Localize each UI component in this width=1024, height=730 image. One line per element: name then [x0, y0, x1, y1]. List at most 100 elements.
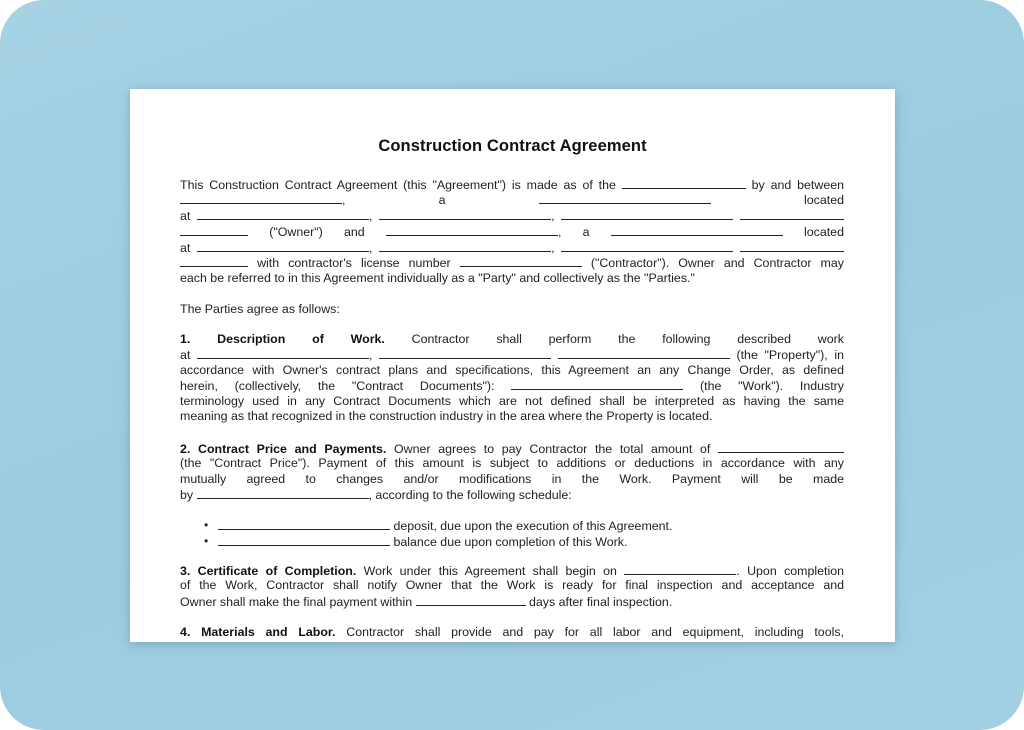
intro-text: and: [344, 225, 365, 239]
comma: ,: [557, 225, 562, 239]
contractor-address-blank[interactable]: [197, 240, 370, 252]
intro-text: at: [180, 241, 191, 255]
intro-text: located: [804, 193, 844, 207]
contractor-city-blank[interactable]: [379, 240, 552, 252]
contractor-zip-cont-blank[interactable]: [180, 255, 248, 267]
balance-amount-blank[interactable]: [218, 534, 390, 546]
word: at: [180, 348, 191, 362]
section-heading: 4. Materials and Labor.: [180, 625, 336, 639]
word: , according to the following schedule:: [368, 488, 572, 502]
word: Owner agrees to pay Contractor the total…: [394, 442, 711, 456]
intro-text: This Construction Contract Agreement (th…: [180, 178, 616, 192]
section-1-line-6: meaning as that recognized in the constr…: [180, 409, 713, 423]
section-2-line-2: (the "Contract Price"). Payment of this …: [180, 456, 844, 470]
section-2-line-1: 2. Contract Price and Payments. Owner ag…: [180, 441, 844, 457]
comma: ,: [551, 241, 555, 255]
intro-line-1: This Construction Contract Agreement (th…: [180, 177, 844, 193]
section-2-line-3: mutually agreed to changes and/or modifi…: [180, 472, 844, 486]
intro-line-2: , a located: [180, 192, 844, 208]
section-3-line-2: of the Work, Contractor shall notify Own…: [180, 578, 844, 592]
intro-text: by and between: [751, 178, 844, 192]
start-date-blank[interactable]: [624, 563, 737, 575]
word: (the "Property"), in: [736, 348, 844, 362]
section-4-line-1: 4. Materials and Labor. Contractor shall…: [180, 625, 844, 641]
comma: ,: [369, 348, 373, 362]
word: by: [180, 488, 194, 502]
intro-line-4: ("Owner") and , a located: [180, 224, 844, 240]
word: work: [817, 332, 844, 346]
license-number-blank[interactable]: [459, 255, 582, 267]
intro-text: ("Owner"): [269, 225, 323, 239]
word: described: [737, 332, 791, 346]
contractor-state-blank[interactable]: [561, 240, 734, 252]
owner-name-blank[interactable]: [180, 192, 342, 204]
word: herein, (collectively, the "Contract Doc…: [180, 379, 495, 393]
intro-text: a: [582, 225, 590, 239]
property-address-blank[interactable]: [197, 347, 370, 359]
contract-price-blank[interactable]: [718, 441, 844, 453]
section-1-line-5: terminology used in any Contract Documen…: [180, 394, 844, 408]
payment-item-deposit: deposit, due upon the execution of this …: [218, 518, 818, 534]
document-page: Construction Contract Agreement This Con…: [130, 89, 895, 642]
section-1-line-3: accordance with Owner's contract plans a…: [180, 363, 844, 377]
section-heading: 3. Certificate of Completion.: [180, 564, 357, 578]
word: (the "Work"). Industry: [700, 379, 844, 393]
intro-line-7: each be referred to in this Agreement in…: [180, 271, 695, 285]
section-heading: of: [312, 332, 324, 346]
comma: ,: [369, 241, 373, 255]
section-2-line-4: by , according to the following schedule…: [180, 487, 844, 503]
intro-line-3: at , ,: [180, 208, 844, 224]
date-blank[interactable]: [621, 177, 746, 189]
word: balance due upon completion of this Work…: [393, 535, 628, 549]
section-1-line-2: at , (the "Property"), in: [180, 347, 844, 363]
word: deposit, due upon the execution of this …: [393, 519, 673, 533]
work-description-blank[interactable]: [511, 378, 684, 390]
owner-city-blank[interactable]: [379, 208, 552, 220]
final-payment-days-blank[interactable]: [415, 594, 526, 606]
intro-line-5: at , ,: [180, 240, 844, 256]
section-1-line-4: herein, (collectively, the "Contract Doc…: [180, 378, 844, 394]
comma: ,: [551, 209, 555, 223]
section-heading: Description: [217, 332, 286, 346]
word: Owner shall make the final payment withi…: [180, 595, 413, 609]
property-state-blank[interactable]: [557, 347, 730, 359]
word: perform: [548, 332, 592, 346]
word: following: [662, 332, 711, 346]
word: days after final inspection.: [529, 595, 673, 609]
section-3-line-3: Owner shall make the final payment withi…: [180, 594, 844, 610]
word: shall: [496, 332, 522, 346]
section-number: 1.: [180, 332, 191, 346]
comma: ,: [342, 193, 346, 207]
bullet-icon: •: [204, 534, 209, 548]
owner-zip-cont-blank[interactable]: [180, 224, 248, 236]
intro-text: ("Contractor"). Owner and Contractor may: [590, 256, 844, 270]
word: Work under this Agreement shall begin on: [363, 564, 617, 578]
intro-text: at: [180, 209, 191, 223]
owner-address-blank[interactable]: [197, 208, 370, 220]
comma: ,: [369, 209, 373, 223]
word: the: [618, 332, 636, 346]
section-heading: Work.: [350, 332, 385, 346]
contractor-type-blank[interactable]: [610, 224, 783, 236]
owner-type-blank[interactable]: [538, 192, 711, 204]
payment-item-balance: balance due upon completion of this Work…: [218, 534, 818, 550]
payment-method-blank[interactable]: [196, 487, 369, 499]
owner-zip-blank[interactable]: [740, 208, 844, 220]
word: . Upon completion: [736, 564, 844, 578]
intro-line-6: with contractor's license number ("Contr…: [180, 255, 844, 271]
intro-text: a: [438, 193, 446, 207]
section-1-line-1: 1. Description of Work. Contractor shall…: [180, 332, 844, 348]
contractor-name-blank[interactable]: [385, 224, 558, 236]
bullet-icon: •: [204, 518, 209, 532]
section-heading: 2. Contract Price and Payments.: [180, 442, 387, 456]
contractor-zip-blank[interactable]: [740, 240, 844, 252]
property-city-blank[interactable]: [379, 347, 552, 359]
deposit-amount-blank[interactable]: [218, 518, 390, 530]
word: Contractor shall provide and pay for all…: [346, 625, 844, 639]
intro-text: located: [804, 225, 844, 239]
intro-text: with contractor's license number: [257, 256, 451, 270]
owner-state-blank[interactable]: [561, 208, 734, 220]
section-3-line-1: 3. Certificate of Completion. Work under…: [180, 563, 844, 579]
document-title: Construction Contract Agreement: [378, 137, 647, 155]
word: Contractor: [411, 332, 470, 346]
